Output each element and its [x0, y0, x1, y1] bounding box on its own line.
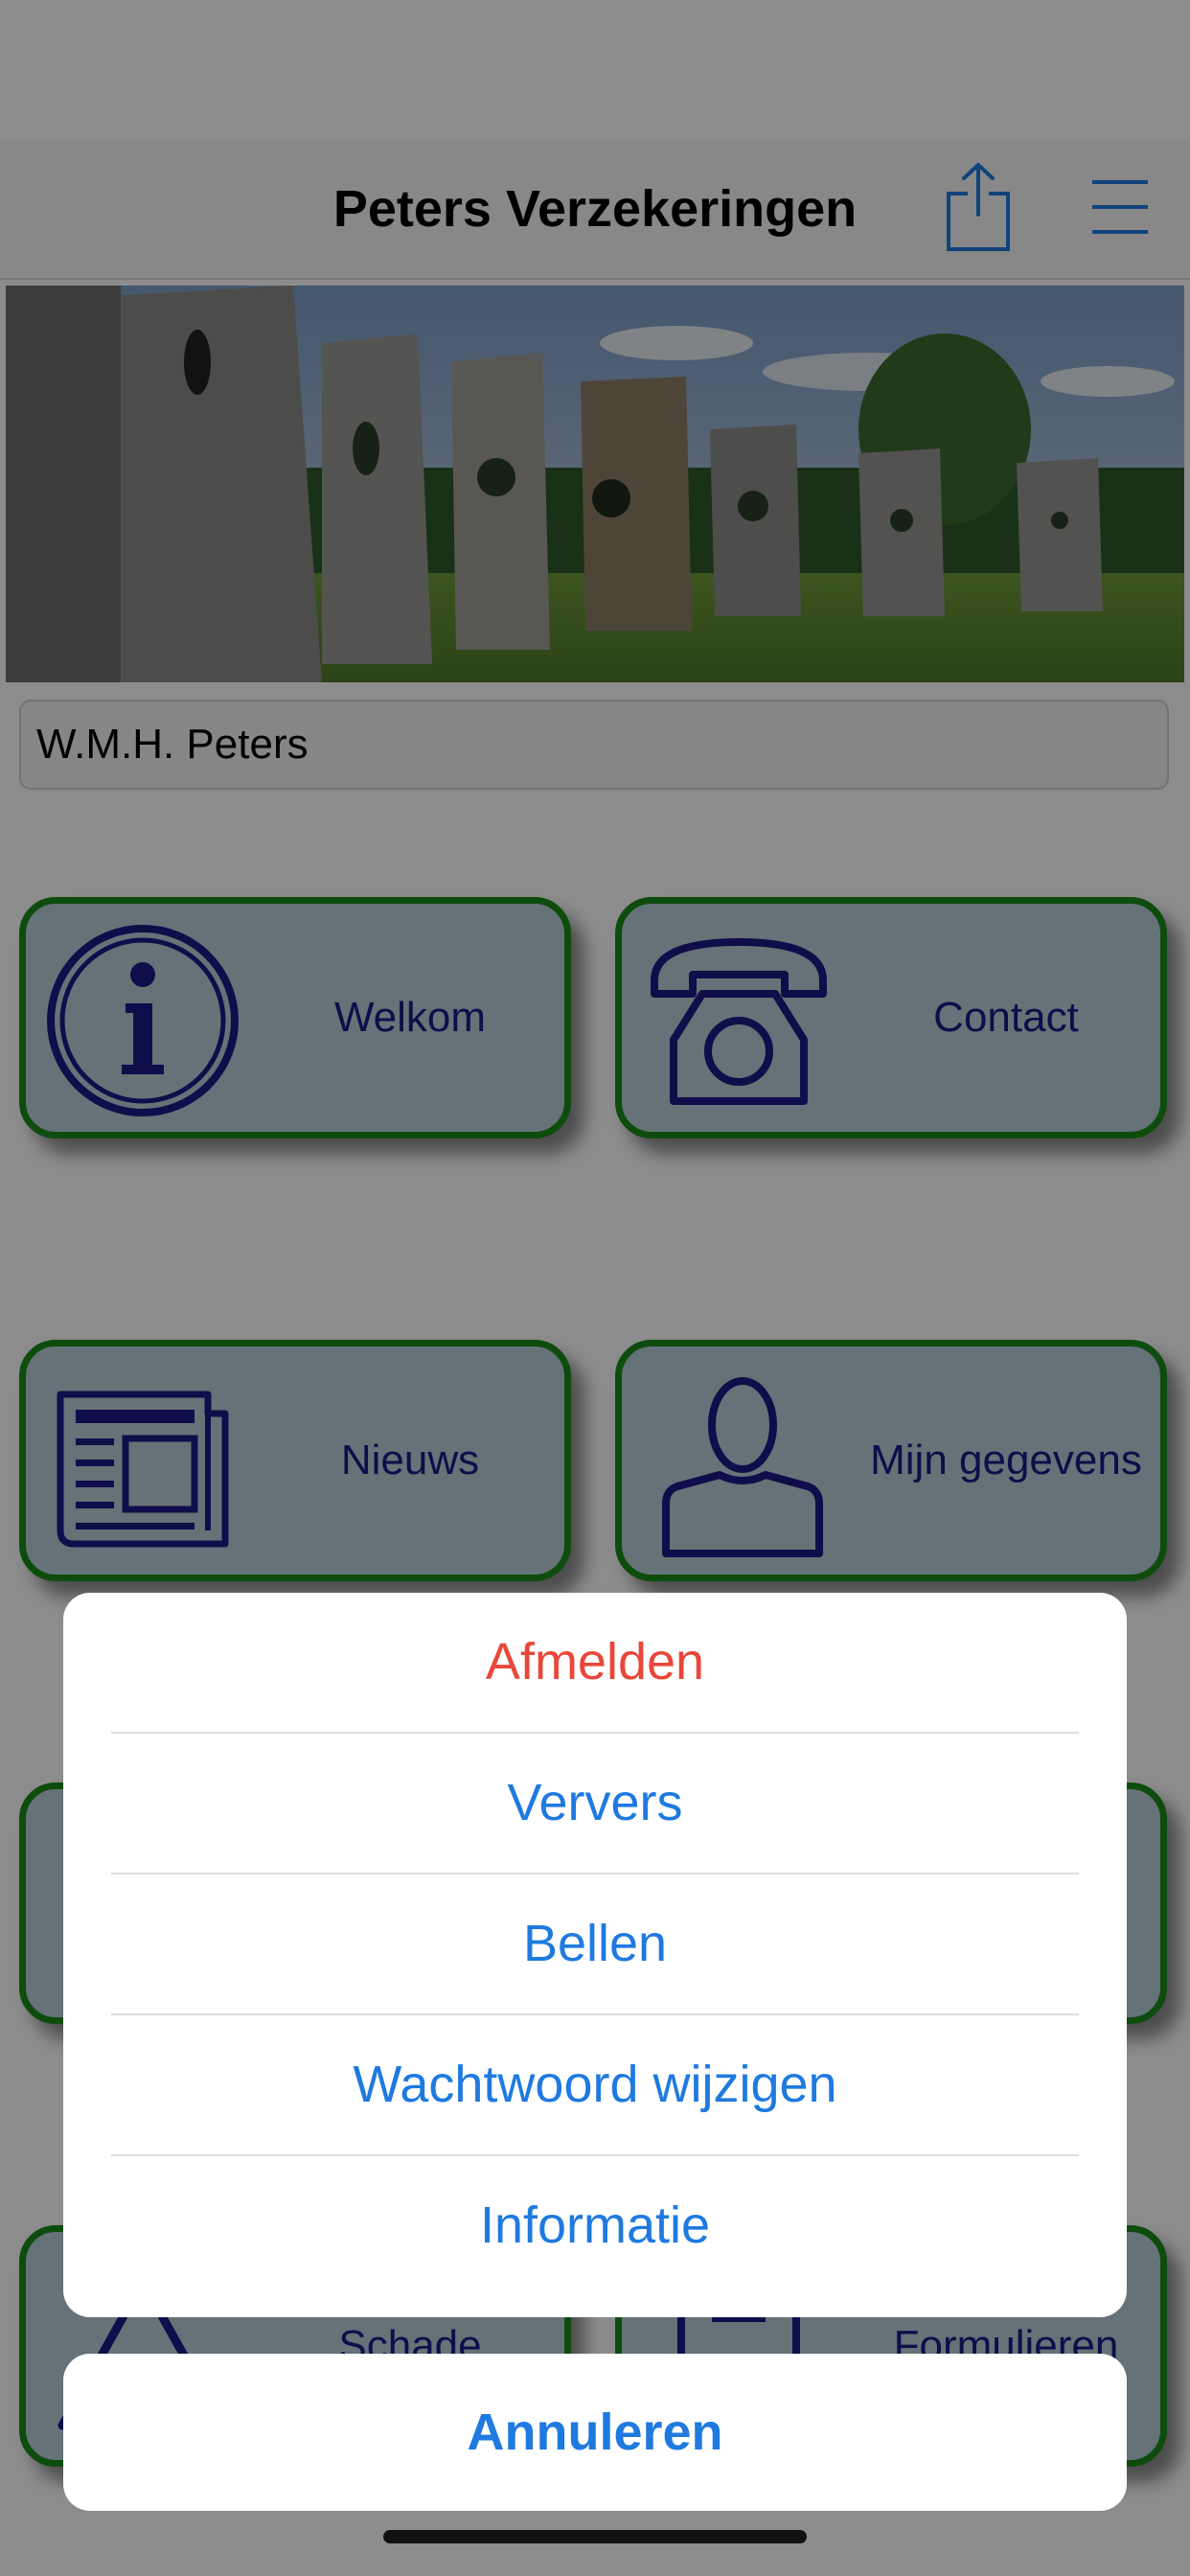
cancel-button[interactable]: Annuleren — [63, 2354, 1127, 2511]
action-informatie[interactable]: Informatie — [63, 2156, 1127, 2295]
action-afmelden[interactable]: Afmelden — [63, 1593, 1127, 1732]
home-indicator[interactable] — [383, 2530, 807, 2543]
action-sheet: Afmelden Ververs Bellen Wachtwoord wijzi… — [63, 1593, 1127, 2317]
action-ververs[interactable]: Ververs — [63, 1734, 1127, 1873]
action-wachtwoord-wijzigen[interactable]: Wachtwoord wijzigen — [63, 2015, 1127, 2154]
action-bellen[interactable]: Bellen — [63, 1874, 1127, 2013]
